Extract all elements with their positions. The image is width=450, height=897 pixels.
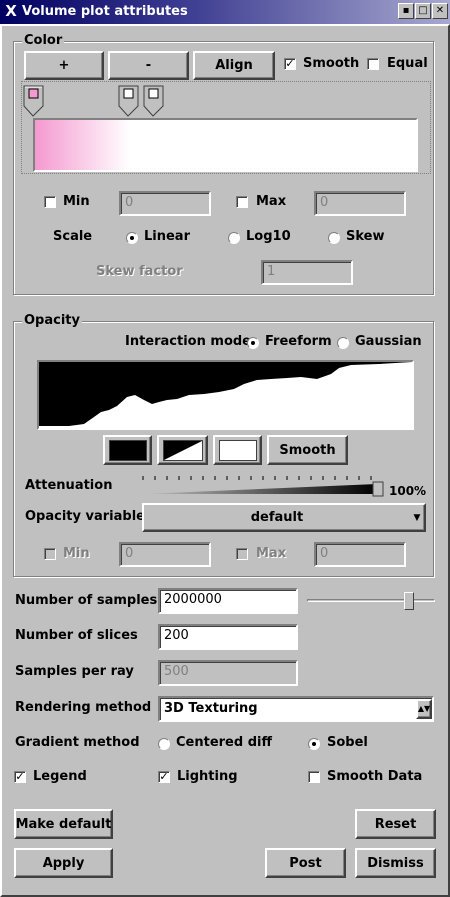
legend-label: Legend (33, 769, 87, 784)
opacity-min-label: Min (63, 546, 90, 561)
scale-log10-radio[interactable] (228, 232, 240, 244)
ramp-icon (162, 439, 203, 461)
color-point-handle[interactable] (118, 85, 139, 117)
minimize-button[interactable]: ▪ (398, 3, 414, 19)
remove-color-point-button[interactable]: - (108, 51, 189, 80)
x-logo-icon[interactable]: X (3, 3, 19, 19)
scale-skew-label: Skew (346, 229, 385, 244)
opacity-max-field[interactable]: 0 (314, 542, 406, 567)
centered-diff-radio[interactable] (158, 738, 170, 750)
align-button[interactable]: Align (193, 51, 275, 80)
opacity-max-label: Max (256, 546, 287, 561)
samples-per-ray-label: Samples per ray (15, 664, 134, 679)
color-max-label: Max (256, 194, 287, 209)
attenuation-ramp (143, 484, 377, 494)
samples-slider-track (307, 599, 435, 602)
opacity-smooth-button[interactable]: Smooth (267, 435, 348, 465)
scale-linear-radio[interactable] (126, 232, 138, 244)
samples-slider-thumb[interactable] (404, 592, 414, 610)
interaction-mode-label: Interaction mode (125, 334, 251, 349)
opacity-ramp-black-button[interactable] (103, 435, 152, 465)
skew-factor-label: Skew factor (96, 264, 183, 279)
color-min-label: Min (63, 194, 90, 209)
gradient-method-label: Gradient method (15, 735, 140, 750)
opacity-variable-value: default (250, 510, 304, 525)
opacity-ramp-linear-button[interactable] (157, 435, 208, 465)
samples-label: Number of samples (15, 593, 158, 608)
sobel-radio[interactable] (308, 738, 320, 750)
scale-skew-radio[interactable] (328, 232, 340, 244)
slices-field[interactable]: 200 (158, 624, 298, 650)
color-group-title: Color (22, 33, 65, 48)
dismiss-button[interactable]: Dismiss (355, 848, 436, 878)
attenuation-value: 100% (389, 484, 427, 498)
gaussian-radio[interactable] (337, 337, 349, 349)
gaussian-label: Gaussian (355, 334, 422, 349)
opacity-variable-dropdown[interactable]: default ▼ (142, 503, 426, 532)
window-title: Volume plot attributes (22, 4, 188, 19)
slices-label: Number of slices (15, 628, 138, 643)
smooth-checkbox[interactable]: ✓ (284, 58, 296, 70)
scale-log10-label: Log10 (246, 229, 291, 244)
samples-field[interactable]: 2000000 (158, 588, 298, 614)
samples-slider[interactable] (307, 591, 435, 611)
skew-factor-field[interactable]: 1 (261, 260, 353, 285)
attenuation-label: Attenuation (25, 478, 113, 493)
samples-per-ray-field[interactable]: 500 (158, 660, 298, 686)
color-min-field[interactable]: 0 (119, 191, 211, 216)
scale-linear-label: Linear (144, 229, 190, 244)
apply-button[interactable]: Apply (14, 848, 113, 878)
opacity-freeform-editor[interactable] (37, 360, 414, 430)
lighting-checkbox[interactable]: ✓ (158, 771, 170, 783)
opacity-variable-label: Opacity variable (25, 509, 145, 524)
smooth-data-checkbox[interactable] (308, 771, 320, 783)
opacity-group-title: Opacity (22, 313, 82, 328)
opacity-ramp-white-button[interactable] (213, 435, 262, 465)
equal-checkbox[interactable] (367, 58, 379, 70)
white-ramp-icon (218, 439, 257, 461)
reset-button[interactable]: Reset (355, 809, 436, 839)
freeform-radio[interactable] (247, 337, 259, 349)
post-button[interactable]: Post (265, 848, 346, 878)
sobel-label: Sobel (327, 735, 368, 750)
freeform-label: Freeform (265, 334, 332, 349)
equal-label: Equal (387, 56, 428, 71)
close-button[interactable]: ✕ (432, 3, 448, 19)
attenuation-slider-thumb[interactable] (372, 481, 384, 497)
opacity-max-checkbox[interactable] (236, 548, 248, 560)
color-control-points[interactable] (20, 84, 170, 120)
color-max-checkbox[interactable] (236, 196, 248, 208)
rendering-method-select[interactable]: 3D Texturing ▲▼ (158, 696, 434, 722)
color-point-handle[interactable] (143, 85, 164, 117)
scale-label: Scale (53, 229, 93, 244)
attenuation-slider[interactable] (141, 474, 387, 498)
black-ramp-icon (108, 439, 147, 461)
dropdown-arrow-icon: ▼ (413, 512, 421, 523)
smooth-label: Smooth (303, 56, 360, 71)
lighting-label: Lighting (177, 769, 238, 784)
rendering-method-label: Rendering method (15, 700, 152, 715)
smooth-data-label: Smooth Data (327, 769, 423, 784)
color-min-checkbox[interactable] (44, 196, 56, 208)
color-max-field[interactable]: 0 (314, 191, 406, 216)
centered-diff-label: Centered diff (176, 735, 272, 750)
make-default-button[interactable]: Make default (14, 809, 113, 839)
color-gradient-bar[interactable] (33, 118, 418, 172)
select-arrows-icon[interactable]: ▲▼ (416, 699, 432, 719)
rendering-method-value: 3D Texturing (164, 701, 258, 716)
title-bar[interactable]: X Volume plot attributes ▪ □ ✕ (0, 0, 450, 24)
opacity-min-checkbox[interactable] (44, 548, 56, 560)
color-point-handle[interactable] (23, 85, 44, 117)
add-color-point-button[interactable]: + (24, 51, 104, 80)
maximize-button[interactable]: □ (415, 3, 431, 19)
opacity-min-field[interactable]: 0 (119, 542, 211, 567)
legend-checkbox[interactable]: ✓ (14, 771, 26, 783)
